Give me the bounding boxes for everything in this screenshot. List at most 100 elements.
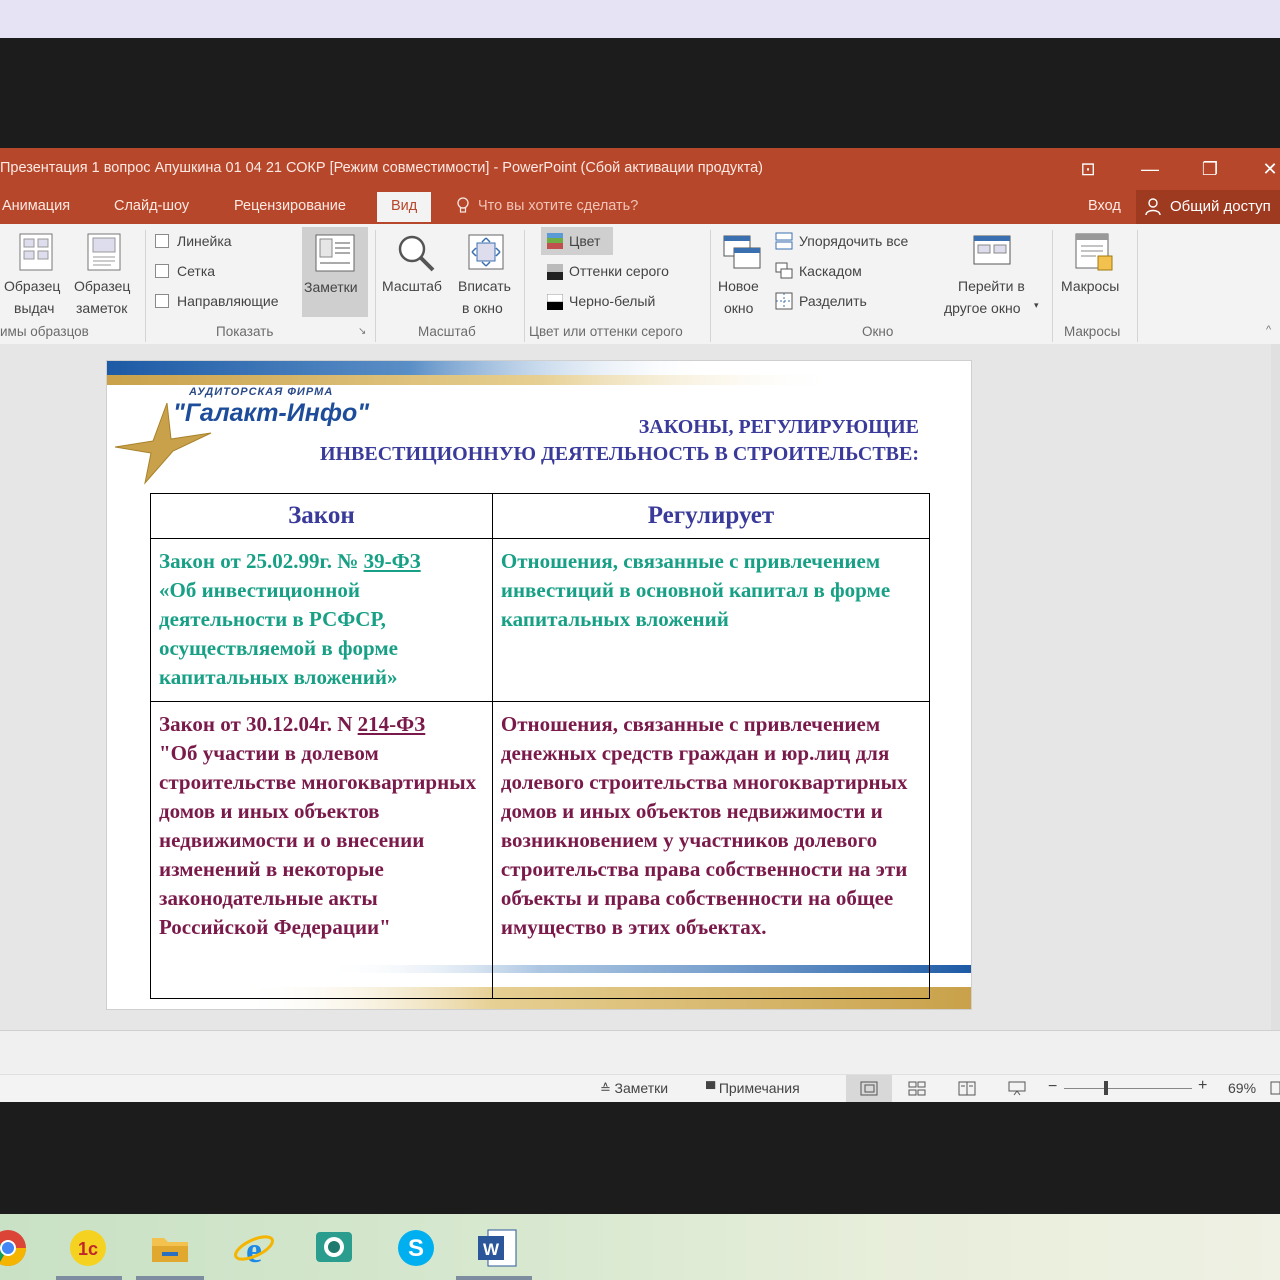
ribbon: Образец выдач Образец заметок имы образц… <box>0 224 1280 345</box>
slideshow-button[interactable] <box>1008 1081 1026 1099</box>
arrange-all-icon <box>775 232 793 255</box>
skype-icon[interactable]: S <box>394 1226 438 1270</box>
dialog-launcher-icon[interactable]: ↘ <box>358 326 366 337</box>
law-1-title: «Об инвестиционной деятельности в РСФСР,… <box>159 578 398 689</box>
comments-button[interactable]: ▀ Примечания <box>706 1080 800 1096</box>
normal-view-button[interactable] <box>846 1075 892 1103</box>
tab-view[interactable]: Вид <box>377 192 432 222</box>
reading-view-button[interactable] <box>958 1081 976 1099</box>
notes-master-label-1: Образец <box>74 278 131 294</box>
chevron-down-icon: ▾ <box>1034 300 1039 310</box>
notes-pane[interactable] <box>0 1030 1280 1075</box>
macros-button[interactable]: Макросы <box>1061 278 1119 294</box>
tell-me-search[interactable]: Что вы хотите сделать? <box>478 198 638 214</box>
regulates-cell-2: Отношения, связанные с привлечением дене… <box>491 701 931 999</box>
laws-table: Закон Регулирует Закон от 25.02.99г. № 3… <box>150 493 931 999</box>
regulates-cell-1: Отношения, связанные с привлечением инве… <box>491 538 931 702</box>
handout-master-button[interactable]: Образец выдач <box>2 278 70 318</box>
grid-checkbox[interactable] <box>155 264 169 278</box>
group-separator <box>524 230 525 342</box>
arrange-all-button[interactable]: Упорядочить все <box>799 233 908 249</box>
notes-toggle-label: Заметки <box>304 279 358 295</box>
slide-heading-line2: ИНВЕСТИЦИОННУЮ ДЕЯТЕЛЬНОСТЬ В СТРОИТЕЛЬС… <box>319 443 919 465</box>
word-icon[interactable]: W <box>476 1226 520 1270</box>
table-row: Закон от 30.12.04г. N 214-ФЗ "Об участии … <box>150 701 931 999</box>
comments-label: Примечания <box>718 1080 800 1096</box>
magnifier-icon <box>395 232 437 279</box>
notes-status-label: Заметки <box>614 1080 669 1096</box>
notes-lines-icon: ≙ <box>600 1081 615 1096</box>
tab-review[interactable]: Рецензирование <box>234 198 346 214</box>
zoom-slider-thumb[interactable] <box>1104 1081 1108 1095</box>
new-window-button[interactable]: Новое окно <box>716 278 768 318</box>
zoom-button[interactable]: Масштаб <box>382 278 442 294</box>
ruler-checkbox[interactable] <box>155 234 169 248</box>
logo-caption: АУДИТОРСКАЯ ФИРМА <box>189 386 334 398</box>
switch-windows-button[interactable]: Перейти в другое окно ▾ <box>940 278 1046 318</box>
ribbon-display-options-button[interactable]: ⊡ <box>1066 154 1110 184</box>
zoom-slider-track[interactable] <box>1064 1088 1192 1089</box>
law-2-title: "Об участии в долевом строительстве мног… <box>159 741 477 939</box>
reading-view-icon <box>958 1081 976 1096</box>
zoom-level[interactable]: 69% <box>1228 1080 1256 1096</box>
group-label-master-views: имы образцов <box>0 324 89 339</box>
grayscale-button[interactable]: Оттенки серого <box>569 263 669 279</box>
group-label-zoom: Масштаб <box>418 324 476 339</box>
new-window-label-2: окно <box>724 300 754 316</box>
taskbar-active-indicator <box>136 1276 204 1280</box>
close-button[interactable]: ✕ <box>1248 154 1280 184</box>
normal-view-icon <box>860 1081 878 1096</box>
slide-sorter-icon <box>908 1081 926 1096</box>
tab-animation[interactable]: Анимация <box>2 198 70 214</box>
switch-windows-icon <box>972 232 1012 277</box>
collapse-ribbon-icon[interactable]: ^ <box>1266 324 1271 336</box>
notes-master-icon <box>86 232 122 277</box>
file-explorer-icon[interactable] <box>148 1226 192 1270</box>
signin-link[interactable]: Вход <box>1088 198 1121 214</box>
split-button[interactable]: Разделить <box>799 293 867 309</box>
1c-icon[interactable]: 1c <box>66 1226 110 1270</box>
vertical-scrollbar[interactable] <box>1271 344 1280 1030</box>
lightbulb-icon <box>456 197 470 220</box>
group-separator <box>710 230 711 342</box>
notes-status-button[interactable]: ≙ Заметки <box>600 1080 668 1097</box>
law-1-link[interactable]: 39-ФЗ <box>364 549 421 573</box>
fit-to-window-button[interactable]: Вписать в окно <box>456 278 518 318</box>
notes-toggle-button[interactable]: Заметки <box>302 227 368 317</box>
chrome-icon[interactable] <box>0 1226 30 1270</box>
new-window-icon <box>722 232 762 277</box>
zoom-in-button[interactable]: + <box>1198 1077 1207 1095</box>
black-white-button[interactable]: Черно-белый <box>569 293 655 309</box>
svg-text:e: e <box>246 1230 262 1270</box>
table-header-regulates: Регулирует <box>491 493 931 539</box>
minimize-button[interactable]: — <box>1128 154 1172 184</box>
notes-master-button[interactable]: Образец заметок <box>72 278 138 318</box>
split-icon <box>775 292 793 315</box>
fit-to-window-icon <box>466 232 506 277</box>
fit-label-1: Вписать <box>458 278 511 294</box>
color-swatch-icon <box>547 233 563 254</box>
zoom-out-button[interactable]: − <box>1048 1078 1057 1096</box>
fit-slide-icon[interactable] <box>1270 1080 1280 1099</box>
title-bar: Презентация 1 вопрос Апушкина 01 04 21 С… <box>0 148 1280 190</box>
internet-explorer-icon[interactable]: e <box>232 1226 276 1270</box>
screen-black-area <box>0 38 1280 148</box>
group-label-macros: Макросы <box>1064 324 1121 339</box>
restore-button[interactable]: ❐ <box>1188 154 1232 184</box>
desktop-top-band <box>0 0 1280 38</box>
tab-slideshow[interactable]: Слайд-шоу <box>114 198 189 214</box>
switch-windows-label-1: Перейти в <box>958 278 1025 294</box>
share-button[interactable]: Общий доступ <box>1136 190 1280 224</box>
slideshow-icon <box>1008 1081 1026 1096</box>
cascade-button[interactable]: Каскадом <box>799 263 862 279</box>
app-globe-icon[interactable] <box>312 1226 356 1270</box>
logo-name: "Галакт-Инфо" <box>173 399 370 427</box>
switch-windows-label-2: другое окно <box>944 300 1021 316</box>
color-button[interactable]: Цвет <box>541 227 613 255</box>
guides-checkbox[interactable] <box>155 294 169 308</box>
color-label: Цвет <box>569 233 601 249</box>
status-bar: ≙ Заметки ▀ Примечания − + 69% <box>0 1074 1280 1103</box>
ribbon-tabs: Анимация Слайд-шоу Рецензирование Вид Чт… <box>0 190 1280 224</box>
slide-sorter-button[interactable] <box>908 1081 926 1099</box>
law-2-link[interactable]: 214-ФЗ <box>358 712 426 736</box>
